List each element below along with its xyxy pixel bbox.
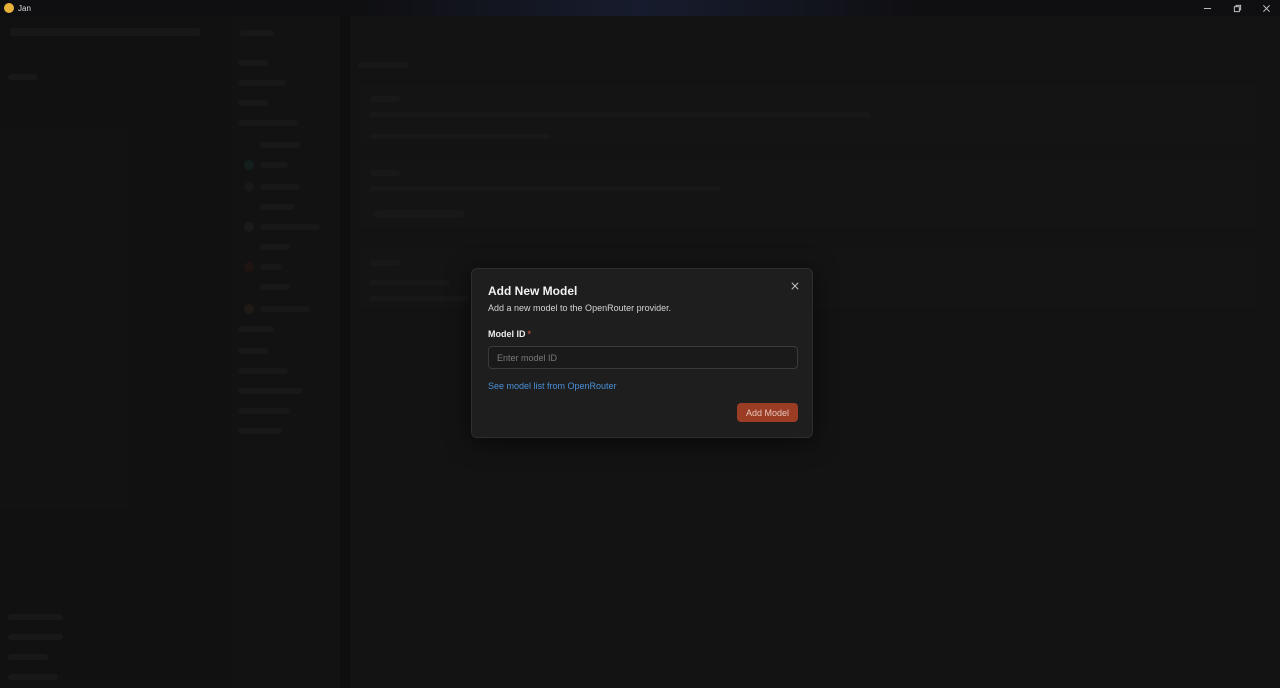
model-id-input[interactable] [488, 346, 798, 369]
minimize-icon [1203, 7, 1211, 9]
window-titlebar: Jan [0, 0, 1280, 16]
model-id-label-text: Model ID [488, 329, 526, 339]
window-title: Jan [18, 3, 31, 13]
close-icon [791, 282, 799, 290]
model-id-label: Model ID * [488, 329, 531, 339]
restore-button[interactable] [1222, 0, 1252, 16]
dialog-close-button[interactable] [788, 279, 802, 293]
jan-logo-icon [4, 3, 14, 13]
close-icon [1262, 4, 1270, 12]
dialog-subtitle: Add a new model to the OpenRouter provid… [488, 303, 672, 313]
model-list-link[interactable]: See model list from OpenRouter [488, 381, 617, 391]
required-mark: * [527, 329, 532, 339]
minimize-button[interactable] [1192, 0, 1222, 16]
add-model-dialog: Add New Model Add a new model to the Ope… [471, 268, 813, 438]
window-close-button[interactable] [1251, 0, 1280, 16]
restore-icon [1233, 4, 1241, 12]
add-model-button[interactable]: Add Model [737, 403, 798, 422]
titlebar-glow [360, 0, 920, 16]
dialog-title: Add New Model [488, 284, 578, 298]
